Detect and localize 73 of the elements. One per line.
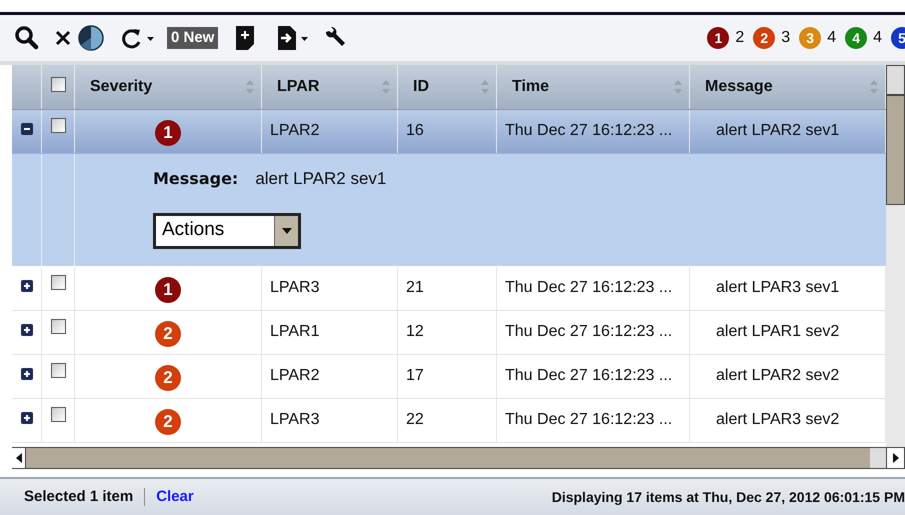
severity-count: 4 — [873, 28, 882, 48]
severity-count: 4 — [827, 28, 836, 48]
column-header[interactable]: ID — [398, 65, 497, 109]
row-checkbox[interactable] — [50, 363, 66, 378]
scroll-up-button[interactable] — [886, 65, 905, 95]
export-icon[interactable] — [276, 25, 310, 51]
table-cell: 21 — [406, 279, 424, 296]
selection-status: Selected 1 item — [24, 486, 134, 507]
table-row[interactable]: 1 LPAR2 16 Thu Dec 27 16:12:23 ... alert LPAR2 sev1 — [12, 110, 886, 154]
table-cell: alert LPAR2 sev2 — [716, 367, 840, 384]
scrollbar-grip[interactable] — [870, 448, 886, 468]
table-row[interactable]: 2 LPAR1 12 Thu Dec 27 16:12:23 ... alert LPAR1 sev2 — [12, 311, 886, 355]
table-cell: Thu Dec 27 16:12:23 ... — [505, 367, 672, 384]
column-header[interactable]: Severity — [75, 65, 262, 109]
table-row[interactable]: 1 LPAR3 21 Thu Dec 27 16:12:23 ... alert LPAR3 sev1 — [12, 267, 886, 311]
new-document-icon[interactable] — [234, 25, 256, 51]
clear-link[interactable]: Clear — [156, 486, 194, 508]
row-checkbox[interactable] — [50, 77, 66, 92]
table-cell: Thu Dec 27 16:12:23 ... — [505, 323, 672, 340]
search-icon[interactable] — [14, 25, 40, 51]
severity-badge: 1 — [707, 27, 730, 49]
expand-icon[interactable] — [20, 368, 32, 380]
severity-badge: 2 — [155, 409, 181, 435]
severity-count: 2 — [735, 28, 744, 48]
row-checkbox[interactable] — [50, 407, 66, 422]
refresh-icon[interactable] — [121, 26, 157, 50]
pie-icon[interactable] — [77, 24, 105, 52]
close-icon[interactable] — [54, 29, 72, 47]
severity-badge: 2 — [753, 27, 776, 49]
detail-value: alert LPAR2 sev1 — [255, 168, 386, 190]
table-cell: LPAR3 — [270, 411, 320, 428]
left-arrow-icon[interactable] — [16, 453, 22, 463]
row-checkbox[interactable] — [50, 319, 66, 334]
table-row[interactable]: 2 LPAR3 22 Thu Dec 27 16:12:23 ... alert LPAR3 sev2 — [12, 399, 886, 443]
actions-dropdown[interactable]: Actions — [153, 212, 301, 248]
scroll-thumb[interactable] — [886, 95, 905, 205]
expand-icon[interactable] — [20, 412, 32, 424]
table-cell: LPAR2 — [270, 367, 320, 384]
table-cell: LPAR2 — [270, 122, 320, 139]
caret-icon — [282, 228, 292, 234]
table-cell: LPAR1 — [270, 323, 320, 340]
severity-badge: 3 — [799, 27, 822, 49]
right-arrow-icon[interactable] — [892, 453, 898, 463]
severity-badge: 4 — [845, 27, 868, 49]
row-checkbox[interactable] — [50, 118, 66, 133]
column-header[interactable]: LPAR — [262, 65, 398, 109]
table-cell: Thu Dec 27 16:12:23 ... — [505, 122, 672, 139]
severity-badge: 1 — [155, 277, 181, 303]
expand-icon[interactable] — [20, 280, 32, 292]
row-checkbox[interactable] — [50, 275, 66, 290]
table-cell: Thu Dec 27 16:12:23 ... — [505, 411, 672, 428]
table-cell: alert LPAR1 sev2 — [716, 323, 840, 340]
severity-badge: 1 — [155, 120, 181, 146]
new-count-badge[interactable]: 0 New — [167, 27, 218, 49]
detail-label: Message: — [153, 168, 238, 190]
table-cell: LPAR3 — [270, 279, 320, 296]
table-cell: 17 — [406, 367, 424, 384]
severity-badge: 2 — [155, 321, 181, 347]
table-cell: alert LPAR3 sev2 — [716, 411, 840, 428]
collapse-icon[interactable] — [20, 123, 32, 135]
severity-count: 3 — [781, 28, 790, 48]
table-cell: alert LPAR3 sev1 — [716, 279, 840, 296]
expand-icon[interactable] — [20, 324, 32, 336]
column-header[interactable]: Time — [497, 65, 690, 109]
table-cell: 12 — [406, 323, 424, 340]
display-status: Displaying 17 items at Thu, Dec 27, 2012 06:01:15 PM — [552, 488, 905, 507]
table-cell: 16 — [406, 122, 424, 139]
horizontal-scrollbar[interactable] — [12, 447, 886, 469]
table-row[interactable]: 2 LPAR2 17 Thu Dec 27 16:12:23 ... alert LPAR2 sev2 — [12, 355, 886, 399]
table-cell: Thu Dec 27 16:12:23 ... — [505, 279, 672, 296]
table-cell: alert LPAR2 sev1 — [716, 122, 840, 139]
table-cell: 22 — [406, 411, 424, 428]
severity-badge: 2 — [155, 365, 181, 391]
